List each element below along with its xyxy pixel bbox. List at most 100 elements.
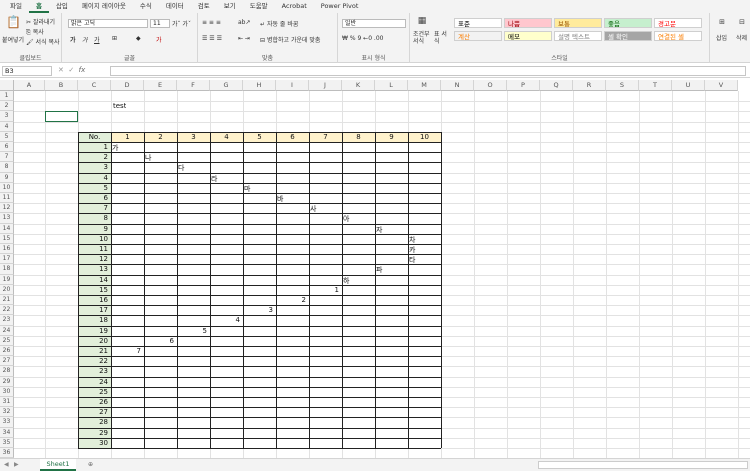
table-row-number[interactable]: 3 <box>78 163 108 171</box>
table-row-number[interactable]: 1 <box>78 143 108 151</box>
table-entry[interactable]: 카 <box>408 245 438 255</box>
table-row-number[interactable]: 19 <box>78 327 108 335</box>
row-header-34[interactable]: 34 <box>0 427 14 438</box>
selected-cell-b3[interactable] <box>45 111 78 122</box>
tab-8[interactable]: 도움말 <box>243 0 275 13</box>
table-row-number[interactable]: 28 <box>78 418 108 426</box>
row-header-11[interactable]: 11 <box>0 193 14 204</box>
column-header-F[interactable]: F <box>177 80 210 91</box>
table-row-number[interactable]: 17 <box>78 306 108 314</box>
table-row-number[interactable]: 2 <box>78 153 108 161</box>
row-header-33[interactable]: 33 <box>0 417 14 428</box>
row-header-4[interactable]: 4 <box>0 121 14 132</box>
column-header-J[interactable]: J <box>309 80 342 91</box>
row-header-10[interactable]: 10 <box>0 182 14 193</box>
cut-button[interactable]: ✂ 잘라내기 <box>26 17 55 26</box>
table-row-number[interactable]: 13 <box>78 265 108 273</box>
cell-style-5[interactable]: 계산 <box>454 31 502 41</box>
table-row-number[interactable]: 30 <box>78 439 108 447</box>
table-row-number[interactable]: 15 <box>78 286 108 294</box>
table-entry[interactable]: 마 <box>243 184 273 194</box>
table-header-col[interactable]: 5 <box>243 133 276 141</box>
table-format-button[interactable]: 표 서식 <box>434 31 448 45</box>
table-header-no[interactable]: No. <box>78 133 111 141</box>
row-header-8[interactable]: 8 <box>0 162 14 173</box>
column-header-N[interactable]: N <box>441 80 474 91</box>
font-size-select[interactable]: 11 <box>150 19 170 28</box>
table-row-number[interactable]: 7 <box>78 204 108 212</box>
row-header-18[interactable]: 18 <box>0 264 14 275</box>
cell-d2[interactable]: test <box>113 102 126 110</box>
table-entry[interactable]: 6 <box>144 337 174 345</box>
column-header-B[interactable]: B <box>45 80 78 91</box>
table-row-number[interactable]: 22 <box>78 357 108 365</box>
cancel-icon[interactable]: ✕ <box>58 66 64 74</box>
tab-10[interactable]: Power Pivot <box>314 0 366 13</box>
row-header-25[interactable]: 25 <box>0 335 14 346</box>
row-header-24[interactable]: 24 <box>0 325 14 336</box>
delete-cells-icon[interactable]: ⊟ <box>736 18 748 30</box>
row-header-5[interactable]: 5 <box>0 131 14 142</box>
table-header-col[interactable]: 7 <box>309 133 342 141</box>
table-header-col[interactable]: 8 <box>342 133 375 141</box>
table-header-col[interactable]: 4 <box>210 133 243 141</box>
column-header-U[interactable]: U <box>672 80 705 91</box>
row-header-20[interactable]: 20 <box>0 284 14 295</box>
format-painter-button[interactable]: 🖌 서식 복사 <box>26 37 60 46</box>
column-header-E[interactable]: E <box>144 80 177 91</box>
underline-button[interactable]: 가 <box>94 35 100 44</box>
cell-style-6[interactable]: 메모 <box>504 31 552 41</box>
row-header-36[interactable]: 36 <box>0 448 14 458</box>
row-header-35[interactable]: 35 <box>0 437 14 448</box>
table-entry[interactable]: 사 <box>309 204 339 214</box>
table-entry[interactable]: 가 <box>111 143 141 153</box>
column-header-L[interactable]: L <box>375 80 408 91</box>
worksheet-grid[interactable]: A B C D E F G H I J K L M N O P Q R S T U V 1 2 3 4 5 6 7 8 9 10 11 12 13 1… <box>0 80 750 458</box>
table-entry[interactable]: 타 <box>408 255 438 265</box>
table-row-number[interactable]: 8 <box>78 214 108 222</box>
left-align-button[interactable]: ☰ ☰ ☰ <box>202 35 222 42</box>
conditional-format-button[interactable]: 조건부 서식 <box>413 31 435 45</box>
column-header-P[interactable]: P <box>507 80 540 91</box>
insert-cells-icon[interactable]: ⊞ <box>716 18 728 30</box>
column-header-Q[interactable]: Q <box>540 80 573 91</box>
table-row-number[interactable]: 20 <box>78 337 108 345</box>
paste-button[interactable]: 붙여넣기 <box>2 35 24 44</box>
row-header-23[interactable]: 23 <box>0 315 14 326</box>
column-header-G[interactable]: G <box>210 80 243 91</box>
column-header-K[interactable]: K <box>342 80 375 91</box>
table-row-number[interactable]: 27 <box>78 408 108 416</box>
row-header-30[interactable]: 30 <box>0 386 14 397</box>
currency-button[interactable]: ₩ % 9 ←0 .00 <box>342 35 383 42</box>
table-entry[interactable]: 4 <box>210 316 240 324</box>
column-header-D[interactable]: D <box>111 80 144 91</box>
row-header-3[interactable]: 3 <box>0 111 14 122</box>
row-header-21[interactable]: 21 <box>0 295 14 306</box>
grow-font-button[interactable]: 가ˆ 가ˇ <box>172 19 191 28</box>
table-row-number[interactable]: 18 <box>78 316 108 324</box>
tab-3[interactable]: 페이지 레이아웃 <box>75 0 133 13</box>
column-header-V[interactable]: V <box>705 80 738 91</box>
column-header-I[interactable]: I <box>276 80 309 91</box>
tab-7[interactable]: 보기 <box>217 0 243 13</box>
row-header-13[interactable]: 13 <box>0 213 14 224</box>
tab-4[interactable]: 수식 <box>133 0 159 13</box>
column-header-T[interactable]: T <box>639 80 672 91</box>
select-all-corner[interactable] <box>0 80 14 91</box>
prev-sheet-icon[interactable]: ◀ <box>4 461 9 468</box>
row-header-32[interactable]: 32 <box>0 407 14 418</box>
cell-style-9[interactable]: 연결된 셀 <box>654 31 702 41</box>
cell-style-3[interactable]: 좋음 <box>604 18 652 28</box>
next-sheet-icon[interactable]: ▶ <box>14 461 19 468</box>
indent-button[interactable]: ⇤ ⇥ <box>238 35 250 42</box>
row-header-22[interactable]: 22 <box>0 305 14 316</box>
row-header-1[interactable]: 1 <box>0 91 14 102</box>
fx-icon[interactable]: ✕ ✓ fx <box>58 66 85 74</box>
top-align-button[interactable]: ≡ ≡ ≡ <box>202 19 221 26</box>
table-entry[interactable]: 나 <box>144 153 174 163</box>
insert-button[interactable]: 삽입 <box>716 33 727 42</box>
add-sheet-icon[interactable]: ⊕ <box>88 461 93 468</box>
cell-style-8[interactable]: 셀 확인 <box>604 31 652 41</box>
column-header-M[interactable]: M <box>408 80 441 91</box>
copy-button[interactable]: ⎘ 복사 <box>26 27 44 37</box>
